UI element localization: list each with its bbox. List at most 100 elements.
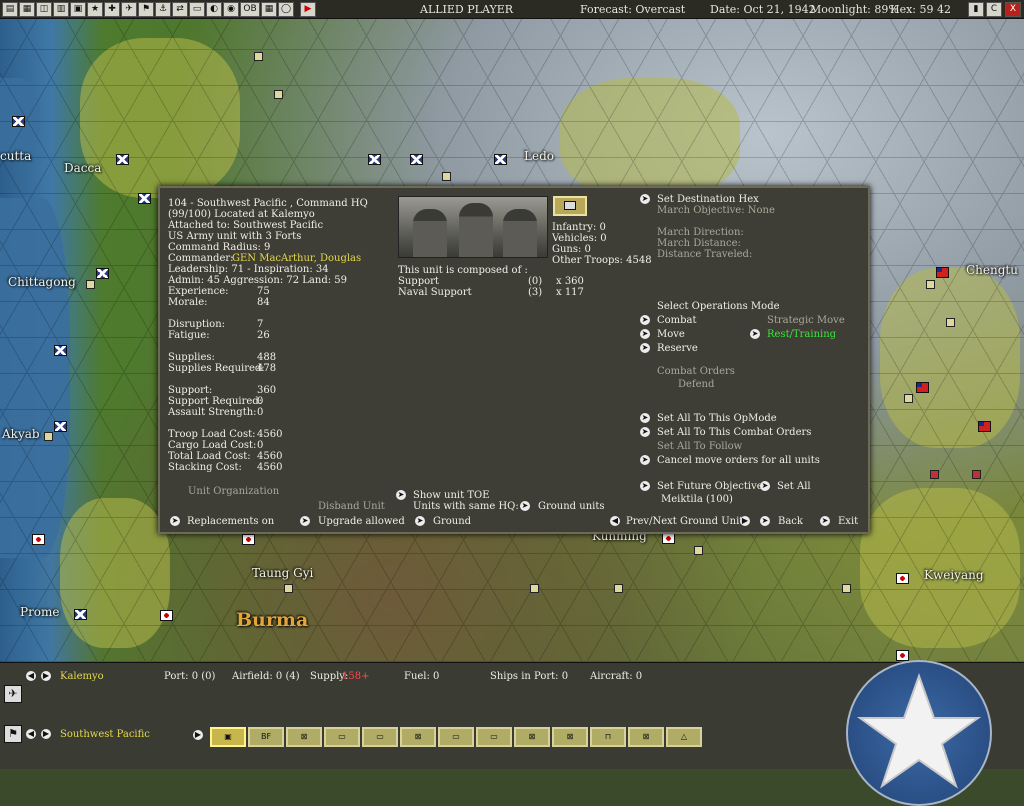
toolbar-button-11[interactable]: ⇄ (172, 2, 188, 17)
unit-button[interactable]: ▭ (324, 727, 360, 747)
prev-next-unit-button[interactable]: Prev/Next Ground Unit (626, 516, 743, 527)
base-marker[interactable] (530, 584, 539, 593)
show-toe-arrow-icon[interactable]: ➤ (396, 490, 406, 500)
commander-name[interactable]: GEN MacArthur, Douglas (232, 253, 361, 264)
rest-training-button[interactable]: Rest/Training (767, 329, 836, 340)
toolbar-button-ob[interactable]: OB (240, 2, 260, 17)
toolbar-button-5[interactable]: ▣ (70, 2, 86, 17)
unit-button[interactable]: △ (666, 727, 702, 747)
japan-flag-icon[interactable] (32, 534, 45, 545)
hq-unit-icon[interactable] (553, 196, 587, 216)
back-button[interactable]: Back (778, 516, 803, 527)
base-marker[interactable] (442, 172, 451, 181)
prev-unit-arrow-icon[interactable]: ◀ (610, 516, 620, 526)
uk-flag-icon[interactable] (410, 154, 423, 165)
china-flag-icon[interactable] (916, 382, 929, 393)
unit-button[interactable]: ⊠ (400, 727, 436, 747)
future-objective-arrow-icon[interactable]: ➤ (640, 481, 650, 491)
uk-flag-icon[interactable] (96, 268, 109, 279)
japan-flag-icon[interactable] (896, 573, 909, 584)
toolbar-button-16[interactable]: ▦ (261, 2, 277, 17)
china-flag-icon[interactable] (978, 421, 991, 432)
toolbar-button-6[interactable]: ★ (87, 2, 103, 17)
ground-arrow-icon[interactable]: ➤ (415, 516, 425, 526)
uk-flag-icon[interactable] (12, 116, 25, 127)
prev-hq-arrow-icon[interactable]: ◀ (26, 729, 36, 739)
set-all-arrow-icon[interactable]: ➤ (760, 481, 770, 491)
base-marker[interactable] (842, 584, 851, 593)
replacements-toggle[interactable]: Replacements on (187, 516, 274, 527)
base-marker[interactable] (44, 432, 53, 441)
base-marker[interactable] (694, 546, 703, 555)
unit-button[interactable]: ⊠ (286, 727, 322, 747)
base-marker[interactable] (254, 52, 263, 61)
japan-flag-icon[interactable] (160, 610, 173, 621)
toolbar-button-9[interactable]: ⚑ (138, 2, 154, 17)
reserve-mode-arrow-icon[interactable]: ➤ (640, 343, 650, 353)
japan-flag-icon[interactable] (242, 534, 255, 545)
base-marker[interactable] (946, 318, 955, 327)
unit-button[interactable]: BF (248, 727, 284, 747)
unit-button[interactable]: ▭ (438, 727, 474, 747)
reserve-mode-button[interactable]: Reserve (657, 343, 698, 354)
toolbar-button-17[interactable]: ◯ (278, 2, 294, 17)
set-all-combat-button[interactable]: Set All To This Combat Orders (657, 427, 811, 438)
minimize-button[interactable]: ▮ (968, 2, 984, 17)
set-destination-arrow-icon[interactable]: ➤ (640, 194, 650, 204)
ground-toggle[interactable]: Ground (433, 516, 471, 527)
upgrade-toggle[interactable]: Upgrade allowed (318, 516, 405, 527)
exit-button[interactable]: Exit (838, 516, 858, 527)
disband-unit-button[interactable]: Disband Unit (318, 501, 385, 512)
uk-flag-icon[interactable] (138, 193, 151, 204)
toolbar-button-8[interactable]: ✈ (121, 2, 137, 17)
composition-row-name[interactable]: Support (398, 276, 439, 287)
toolbar-button-1[interactable]: ▤ (2, 2, 18, 17)
uk-flag-icon[interactable] (74, 609, 87, 620)
move-mode-button[interactable]: Move (657, 329, 685, 340)
set-future-objective-button[interactable]: Set Future Objective (657, 481, 763, 492)
exit-arrow-icon[interactable]: ➤ (820, 516, 830, 526)
move-mode-arrow-icon[interactable]: ➤ (640, 329, 650, 339)
replacements-arrow-icon[interactable]: ➤ (170, 516, 180, 526)
show-toe-button[interactable]: Show unit TOE (413, 490, 490, 501)
base-marker[interactable] (614, 584, 623, 593)
upgrade-arrow-icon[interactable]: ➤ (300, 516, 310, 526)
close-button[interactable]: X (1005, 2, 1021, 17)
toolbar-button-2[interactable]: ▦ (19, 2, 35, 17)
set-all-opmode-arrow-icon[interactable]: ➤ (640, 413, 650, 423)
composition-row-name[interactable]: Naval Support (398, 287, 472, 298)
next-hq-arrow-icon[interactable]: ▶ (41, 729, 51, 739)
hq-flag-icon[interactable]: ⚑ (4, 725, 22, 743)
next-unit-arrow-icon[interactable]: ▶ (740, 516, 750, 526)
toolbar-button-13[interactable]: ◐ (206, 2, 222, 17)
base-marker[interactable] (930, 470, 939, 479)
uk-flag-icon[interactable] (494, 154, 507, 165)
strategic-move-button[interactable]: Strategic Move (767, 315, 845, 326)
uk-flag-icon[interactable] (54, 421, 67, 432)
toolbar-button-12[interactable]: ▭ (189, 2, 205, 17)
toolbar-button-3[interactable]: ◫ (36, 2, 52, 17)
uk-flag-icon[interactable] (368, 154, 381, 165)
prev-hex-arrow-icon[interactable]: ◀ (26, 671, 36, 681)
unit-button[interactable]: ⊓ (590, 727, 626, 747)
china-flag-icon[interactable] (936, 267, 949, 278)
japan-flag-icon[interactable] (896, 650, 909, 661)
ground-units-button[interactable]: Ground units (538, 501, 604, 512)
airfield-icon[interactable]: ✈ (4, 685, 22, 703)
toolbar-button-7[interactable]: ✚ (104, 2, 120, 17)
uk-flag-icon[interactable] (54, 345, 67, 356)
base-marker[interactable] (972, 470, 981, 479)
unit-button[interactable]: ⊠ (552, 727, 588, 747)
next-hex-arrow-icon[interactable]: ▶ (41, 671, 51, 681)
base-marker[interactable] (904, 394, 913, 403)
unit-button[interactable]: ⊠ (514, 727, 550, 747)
toolbar-button-4[interactable]: ▥ (53, 2, 69, 17)
uk-flag-icon[interactable] (116, 154, 129, 165)
set-all-button[interactable]: Set All (777, 481, 811, 492)
center-button[interactable]: C (986, 2, 1002, 17)
unit-button[interactable]: ▭ (476, 727, 512, 747)
base-marker[interactable] (274, 90, 283, 99)
japan-flag-icon[interactable] (662, 533, 675, 544)
set-all-combat-arrow-icon[interactable]: ➤ (640, 427, 650, 437)
defend-order[interactable]: Defend (678, 379, 714, 390)
